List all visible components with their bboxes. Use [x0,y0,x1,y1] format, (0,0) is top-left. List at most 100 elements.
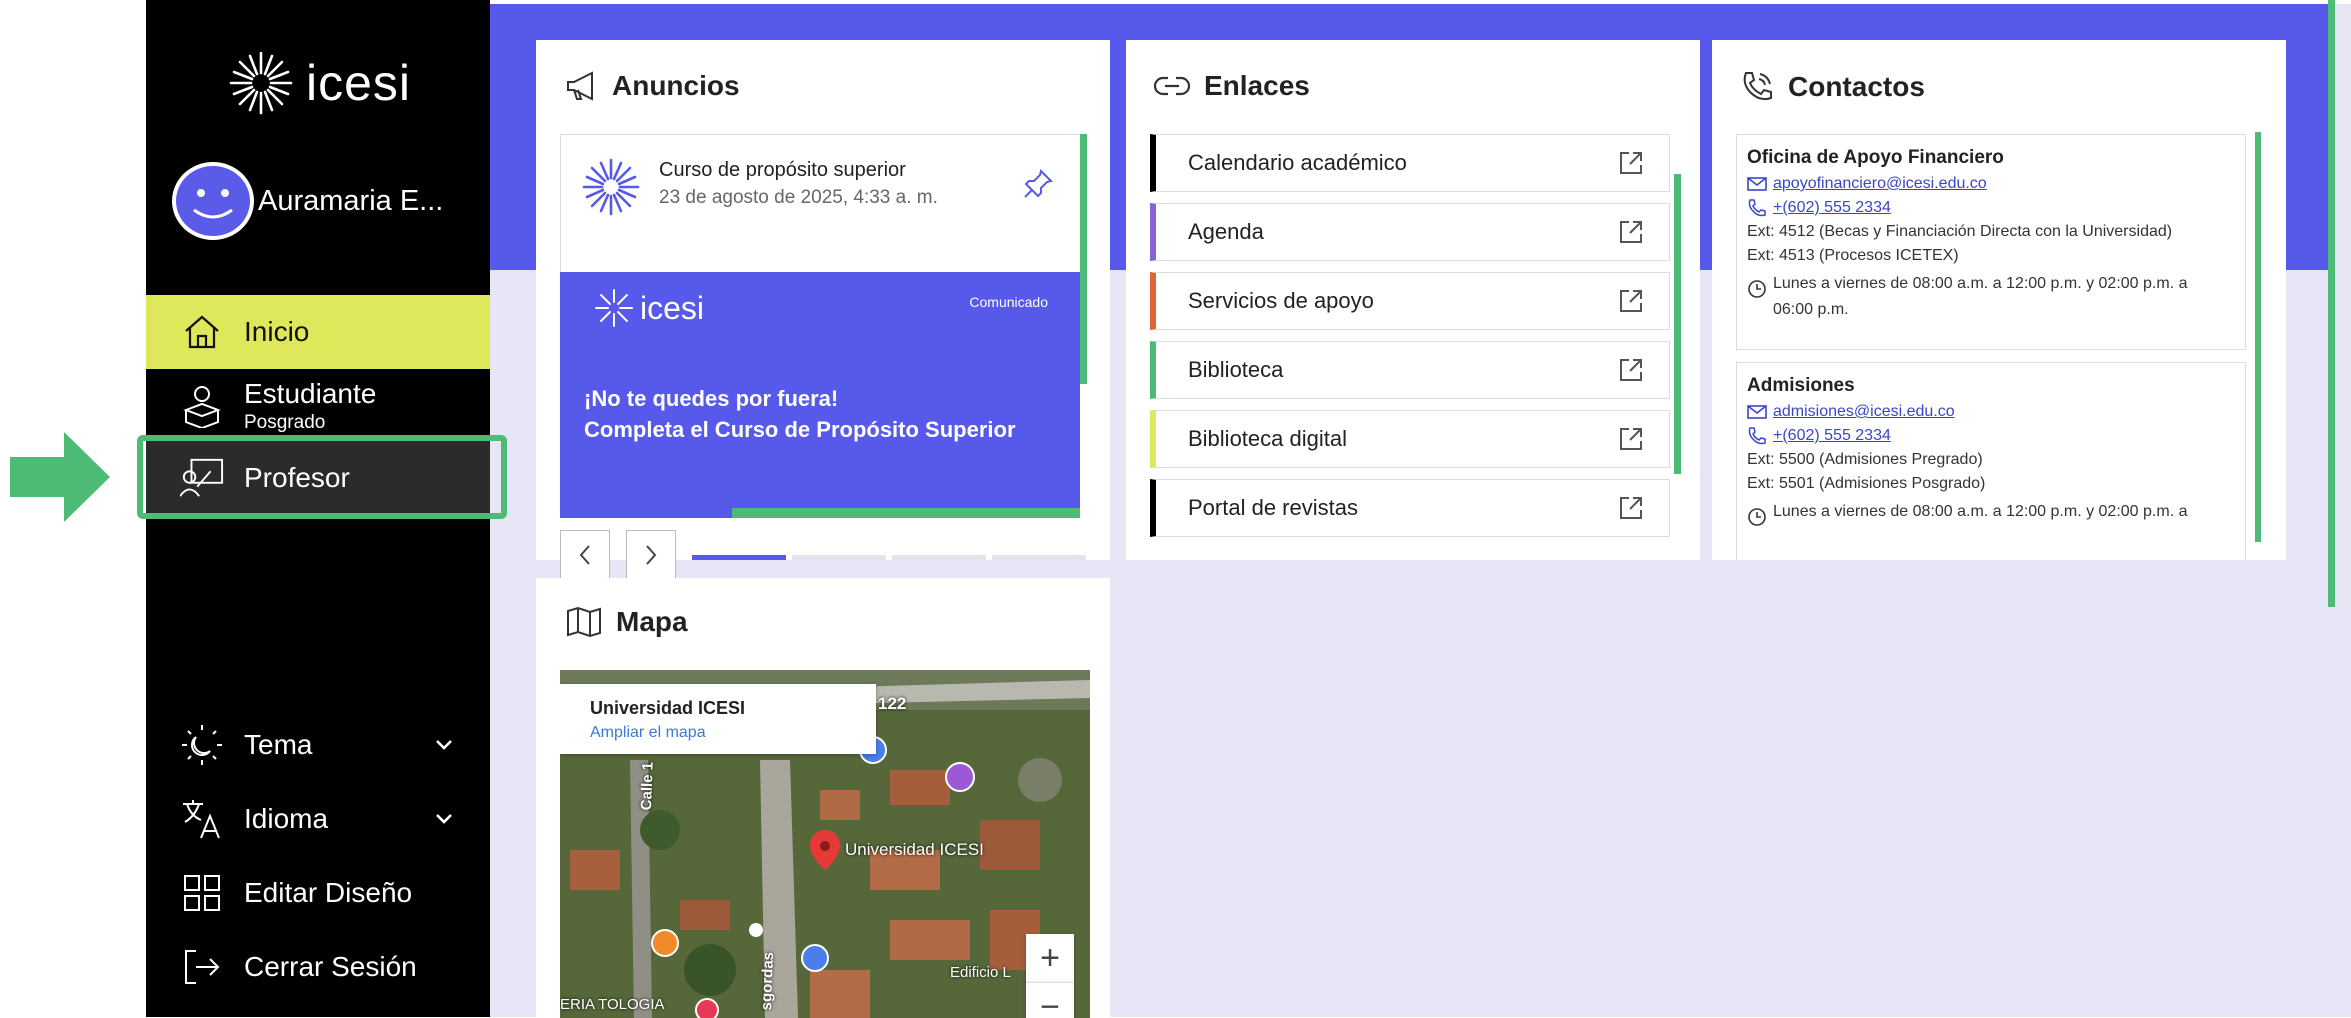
link-label: Calendario académico [1188,150,1407,175]
external-link-icon [1617,356,1645,389]
external-link-icon [1617,218,1645,251]
banner-headline: ¡No te quedes por fuera! [584,386,839,411]
contact-ext: Ext: 5501 (Admisiones Posgrado) [1747,475,1986,492]
link-label: Portal de revistas [1188,495,1358,520]
link-label: Servicios de apoyo [1188,288,1374,313]
carousel-indicator-active[interactable] [692,555,786,560]
carousel-indicator[interactable] [892,555,986,560]
links-card: Enlaces Calendario académico Agenda Servic… [1126,40,1700,560]
link-label: Agenda [1188,219,1264,244]
contact-email-link[interactable]: apoyofinanciero@icesi.edu.co [1773,175,1987,193]
link-label: Biblioteca [1188,357,1284,382]
icesi-sun-logo-icon [595,289,633,327]
map-zoom-out-button[interactable]: − [1026,982,1074,1018]
student-label: Estudiante [244,378,377,409]
clock-icon [1748,508,1766,526]
chevron-left-icon [579,545,590,565]
sidebar-item-label: Idioma [244,803,329,834]
contact-item: Admisiones admisiones@icesi.edu.co +(602… [1736,362,2246,560]
external-link-icon [1617,425,1645,458]
main-content: Anuncios Curso de propósito superior 23 … [490,0,2351,1018]
brand-logo[interactable]: icesi [226,48,411,118]
map-label-number: 122 [878,694,907,713]
map-view[interactable]: Universidad ICESI Ampliar el mapa Univer… [560,670,1090,1018]
banner-subheadline: Completa el Curso de Propósito Superior [584,417,1016,442]
annotation-arrow-icon [10,432,110,522]
sidebar-item-home[interactable]: Inicio [146,295,490,369]
banner-logo-text: icesi [640,289,705,326]
carousel-indicator[interactable] [792,555,886,560]
mail-icon [1747,177,1767,191]
contact-email-link[interactable]: admisiones@icesi.edu.co [1773,403,1955,421]
user-profile[interactable]: Auramaria E... [172,162,443,240]
icesi-sun-logo-icon [229,51,293,115]
sidebar-item-edit-layout[interactable]: Editar Diseño [146,860,490,926]
annotation-highlight-box [137,435,507,519]
link-item[interactable]: Agenda [1150,203,1670,261]
student-sublabel: Posgrado [244,412,326,433]
map-icon [567,606,601,638]
map-expand-link[interactable]: Ampliar el mapa [590,724,706,742]
sidebar-item-label: Cerrar Sesión [244,951,417,982]
student-icon [180,384,224,428]
map-label-area: ERIA TOLOGIA [560,996,665,1013]
link-item[interactable]: Portal de revistas [1150,479,1670,537]
chevron-down-icon [436,814,452,824]
contact-phone-link[interactable]: +(602) 555 2334 [1773,199,1891,217]
carousel-prev-button[interactable] [560,530,610,580]
sidebar-item-language[interactable]: Idioma [146,786,490,852]
links-scrollbar[interactable] [1674,174,1681,474]
link-item[interactable]: Biblioteca digital [1150,410,1670,468]
chevron-right-icon [646,545,657,565]
carousel-indicator[interactable] [992,555,1086,560]
announcement-banner-image[interactable]: icesi Comunicado ¡No te quedes por fuera… [560,272,1080,518]
contact-hours: Lunes a viernes de 08:00 a.m. a 12:00 p.… [1773,275,2188,318]
card-title: Contactos [1740,70,1925,104]
map-title: Mapa [616,606,688,637]
map-card: Mapa Universidad ICESI Ampliar el mapa U… [536,578,1110,1018]
pin-icon[interactable] [1023,169,1053,199]
contacts-title: Contactos [1788,71,1925,102]
banner-tag: Comunicado [969,294,1048,310]
sidebar-item-label: Editar Diseño [244,877,413,908]
contacts-scrollbar[interactable] [2255,132,2261,542]
contact-phone-link[interactable]: +(602) 555 2334 [1773,427,1891,445]
icesi-sun-logo-icon [582,158,640,216]
announcement-date: 23 de agosto de 2025, 4:33 a. m. [659,187,938,208]
sidebar-item-theme[interactable]: Tema [146,712,490,778]
link-item[interactable]: Biblioteca [1150,341,1670,399]
contact-ext: Ext: 5500 (Admisiones Pregrado) [1747,451,1983,468]
megaphone-icon [567,71,593,101]
phone-icon [1748,199,1766,217]
announcement-item[interactable]: Curso de propósito superior 23 de agosto… [560,134,1082,273]
card-title: Anuncios [566,70,740,102]
smiley-face-icon [193,189,233,219]
carousel-next-button[interactable] [626,530,676,580]
sidebar-item-label: Tema [244,729,313,760]
phone-icon [1748,427,1766,445]
sidebar-item-logout[interactable]: Cerrar Sesión [146,934,490,1000]
translate-icon [180,797,224,841]
sidebar-item-student[interactable]: Estudiante Posgrado [146,372,490,440]
link-icon [1154,76,1190,96]
map-label-street: Calle 1 [638,761,657,811]
contact-name: Oficina de Apoyo Financiero [1747,147,2004,168]
map-label-campus: Universidad ICESI [845,840,984,859]
page-scrollbar[interactable] [2328,0,2335,607]
clock-icon [1748,280,1766,298]
link-item[interactable]: Servicios de apoyo [1150,272,1670,330]
links-title: Enlaces [1204,70,1310,101]
contact-ext: Ext: 4513 (Procesos ICETEX) [1747,247,1959,264]
contacts-card: Contactos Oficina de Apoyo Financiero ap… [1712,40,2286,560]
link-item[interactable]: Calendario académico [1150,134,1670,192]
map-place-name: Universidad ICESI [590,698,746,718]
map-zoom-in-button[interactable]: + [1026,934,1074,982]
map-label-building: Edificio L [950,964,1011,981]
map-info-window: Universidad ICESI Ampliar el mapa [560,684,876,754]
announcement-title: Curso de propósito superior [659,159,906,181]
banner-logo: icesi [594,288,704,328]
sidebar-item-label: Estudiante Posgrado [244,378,376,434]
announcement-scrollbar[interactable] [1080,134,1087,384]
announcements-card: Anuncios Curso de propósito superior 23 … [536,40,1110,580]
card-title: Mapa [566,606,688,638]
